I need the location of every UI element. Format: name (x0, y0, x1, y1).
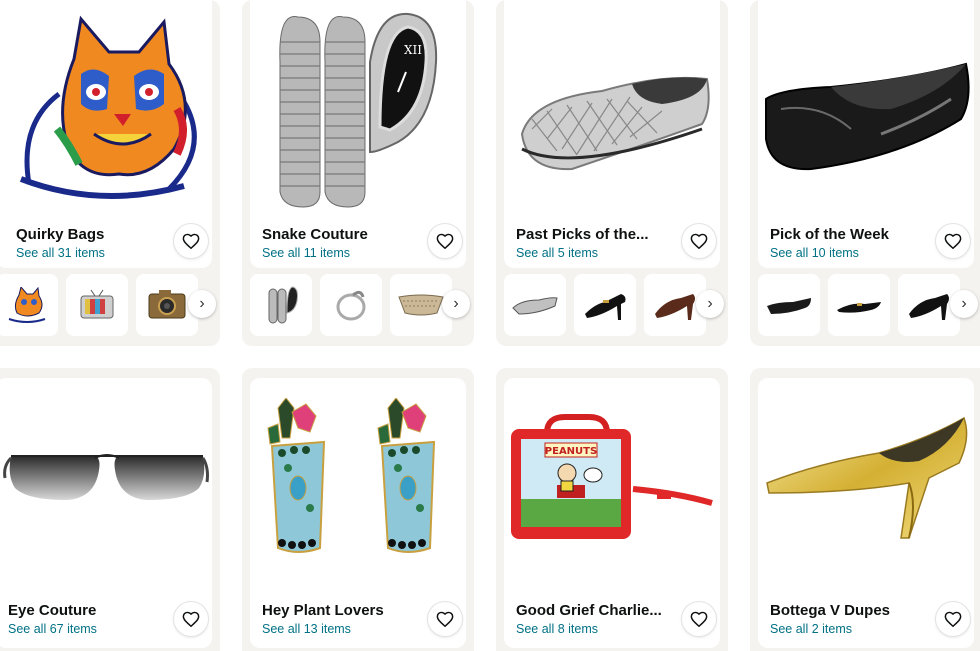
collection-card-good-grief-charlie[interactable]: PEANUTS Good Grief Charlie... See all 8 … (496, 368, 728, 651)
favorite-button[interactable] (682, 224, 716, 258)
see-all-link[interactable]: See all 31 items (16, 246, 105, 260)
see-all-link[interactable]: See all 2 items (770, 622, 852, 636)
chevron-right-icon[interactable]: › (696, 290, 724, 318)
black-heel-thumb[interactable] (574, 274, 636, 336)
collection-title[interactable]: Past Picks of the... (516, 226, 649, 243)
collection-card-past-picks[interactable]: Past Picks of the... See all 5 items › (496, 0, 728, 346)
collection-card-quirky-bags[interactable]: Quirky Bags See all 31 items › (0, 0, 220, 346)
collection-title[interactable]: Bottega V Dupes (770, 602, 890, 619)
collection-card-bottega-v-dupes[interactable]: Bottega V Dupes See all 2 items (750, 368, 980, 651)
see-all-link[interactable]: See all 10 items (770, 246, 859, 260)
heart-icon (944, 233, 962, 249)
see-all-link[interactable]: See all 67 items (8, 622, 97, 636)
chevron-right-icon[interactable]: › (950, 290, 978, 318)
favorite-button[interactable] (682, 602, 716, 636)
plant-earrings-image[interactable] (250, 378, 466, 588)
collection-card-eye-couture[interactable]: Eye Couture See all 67 items (0, 368, 220, 651)
cat-bag-image[interactable] (0, 0, 212, 218)
woven-silver-mule-image[interactable] (504, 0, 720, 218)
gold-sculpted-heel-image[interactable] (758, 378, 974, 578)
favorite-button[interactable] (428, 602, 462, 636)
heart-icon (690, 233, 708, 249)
favorite-button[interactable] (174, 602, 208, 636)
collection-card-hey-plant-lovers[interactable]: Hey Plant Lovers See all 13 items (242, 368, 474, 651)
collections-grid: Quirky Bags See all 31 items › XII Snake… (0, 0, 980, 651)
rimless-sunglasses-image[interactable] (0, 378, 212, 578)
peanuts-lunchbox-bag-image[interactable]: PEANUTS (504, 378, 720, 578)
svg-text:XII: XII (404, 43, 422, 57)
see-all-link[interactable]: See all 5 items (516, 246, 598, 260)
favorite-button[interactable] (936, 602, 970, 636)
heart-icon (182, 611, 200, 627)
black-patent-flat-image[interactable] (758, 0, 974, 218)
collection-title[interactable]: Snake Couture (262, 226, 368, 243)
see-all-link[interactable]: See all 13 items (262, 622, 351, 636)
lunchbox-label: PEANUTS (545, 446, 597, 457)
snake-ring-thumb[interactable] (320, 274, 382, 336)
heart-icon (182, 233, 200, 249)
thumbnail-strip: › (496, 274, 728, 336)
heart-icon (690, 611, 708, 627)
snake-watch-image[interactable]: XII (250, 0, 466, 218)
heart-icon (944, 611, 962, 627)
favorite-button[interactable] (174, 224, 208, 258)
collection-title[interactable]: Good Grief Charlie... (516, 602, 662, 619)
thumbnail-strip: › (0, 274, 220, 336)
thumbnail-strip: › (242, 274, 474, 336)
collection-title[interactable]: Eye Couture (8, 602, 96, 619)
black-flat-thumb[interactable] (758, 274, 820, 336)
collection-title[interactable]: Quirky Bags (16, 226, 104, 243)
collection-title[interactable]: Hey Plant Lovers (262, 602, 384, 619)
cat-bag-thumb[interactable] (0, 274, 58, 336)
chevron-right-icon[interactable]: › (442, 290, 470, 318)
heart-icon (436, 233, 454, 249)
favorite-button[interactable] (936, 224, 970, 258)
collection-card-snake-couture[interactable]: XII Snake Couture See all 11 items › (242, 0, 474, 346)
thumbnail-strip: › (750, 274, 980, 336)
collection-title[interactable]: Pick of the Week (770, 226, 889, 243)
tv-bag-thumb[interactable] (66, 274, 128, 336)
pointed-flat-thumb[interactable] (828, 274, 890, 336)
chevron-right-icon[interactable]: › (188, 290, 216, 318)
heart-icon (436, 611, 454, 627)
silver-mule-thumb[interactable] (504, 274, 566, 336)
favorite-button[interactable] (428, 224, 462, 258)
collection-card-pick-of-the-week[interactable]: Pick of the Week See all 10 items › (750, 0, 980, 346)
snake-watch-thumb[interactable] (250, 274, 312, 336)
see-all-link[interactable]: See all 8 items (516, 622, 598, 636)
see-all-link[interactable]: See all 11 items (262, 246, 350, 260)
